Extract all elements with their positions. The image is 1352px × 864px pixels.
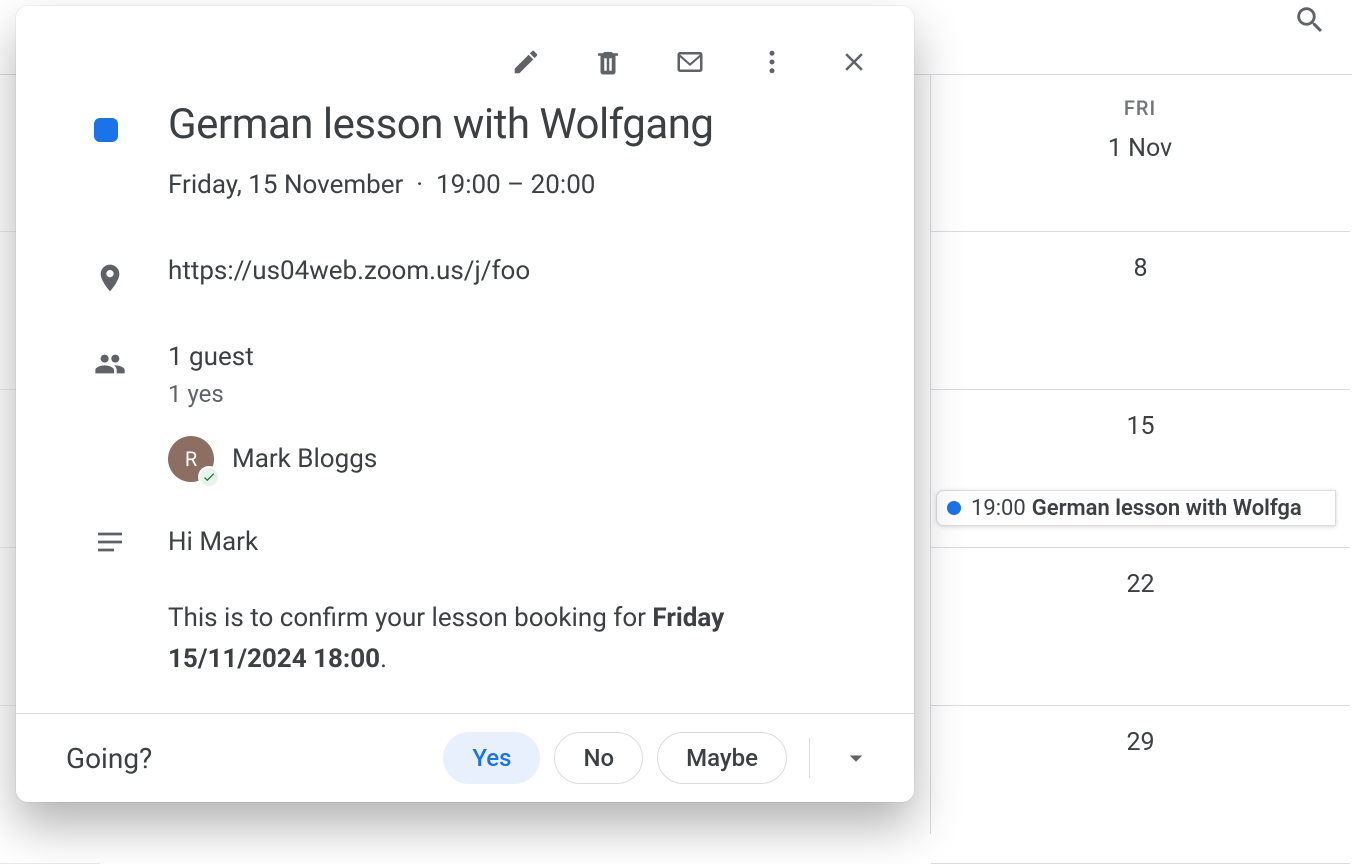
event-title: German lesson with Wolfgang [168,102,866,148]
calendar-cell[interactable]: 22 [931,548,1350,706]
chevron-down-icon [841,743,871,773]
going-label: Going? [66,742,423,775]
guest-name: Mark Bloggs [232,444,377,474]
event-chip-time: 19:00 [971,496,1026,521]
location-link[interactable]: https://us04web.zoom.us/j/foo [168,256,866,286]
event-date-text: Friday, 15 November [168,170,403,200]
check-icon [202,470,216,484]
popup-toolbar [16,6,914,98]
trash-icon [593,47,623,77]
description-icon [92,524,128,560]
cell-date: 15 [931,412,1350,441]
event-color-dot [947,501,961,515]
delete-event-button[interactable] [582,36,634,88]
search-button[interactable] [1286,0,1334,44]
rsvp-yes-button[interactable]: Yes [443,732,540,784]
description-section: Hi Mark This is to confirm your lesson b… [168,522,866,713]
calendar-cell[interactable]: 8 [931,232,1350,390]
guest-status-summary: 1 yes [168,380,866,408]
rsvp-no-button[interactable]: No [554,732,643,784]
cell-date: 8 [931,254,1350,283]
guest-avatar: R [168,436,214,482]
event-chip-title: German lesson with Wolfga [1032,496,1302,521]
rsvp-maybe-button[interactable]: Maybe [657,732,787,784]
popup-body: German lesson with Wolfgang Friday, 15 N… [16,98,914,713]
guests-section: 1 guest 1 yes R Mark Bloggs [168,342,866,482]
guest-row[interactable]: R Mark Bloggs [168,436,866,482]
cell-date: 29 [931,728,1350,757]
location-icon [92,260,128,296]
accepted-badge [198,466,220,488]
day-column: 8 15 22 29 [930,74,1350,834]
guest-avatar-initial: R [185,447,197,471]
cell-date: 22 [931,570,1350,599]
calendar-event-chip[interactable]: 19:00 German lesson with Wolfga [936,490,1336,526]
close-icon [839,47,869,77]
footer-divider [809,738,810,778]
popup-footer: Going? Yes No Maybe [16,713,914,802]
more-options-button[interactable] [746,36,798,88]
description-greeting: Hi Mark [168,522,866,562]
dots-vertical-icon [757,47,787,77]
pencil-icon [511,47,541,77]
calendar-cell[interactable] [931,74,1350,232]
event-color-square [94,118,118,142]
description-text: This is to confirm your lesson booking f… [168,603,652,633]
close-popup-button[interactable] [828,36,880,88]
rsvp-more-button[interactable] [832,734,880,782]
edit-event-button[interactable] [500,36,552,88]
description-text: . [380,644,387,674]
location-section: https://us04web.zoom.us/j/foo [168,256,866,286]
mail-icon [675,47,705,77]
calendar-cell[interactable]: 29 [931,706,1350,864]
people-icon [92,346,128,382]
search-icon [1293,3,1327,37]
rsvp-buttons: Yes No Maybe [443,732,880,784]
event-time-text: 19:00 – 20:00 [436,170,595,200]
email-guests-button[interactable] [664,36,716,88]
description-confirm-line: This is to confirm your lesson booking f… [168,598,866,679]
event-detail-popup: German lesson with Wolfgang Friday, 15 N… [16,6,914,802]
event-datetime: Friday, 15 November · 19:00 – 20:00 [168,170,866,200]
guest-count: 1 guest [168,342,866,372]
